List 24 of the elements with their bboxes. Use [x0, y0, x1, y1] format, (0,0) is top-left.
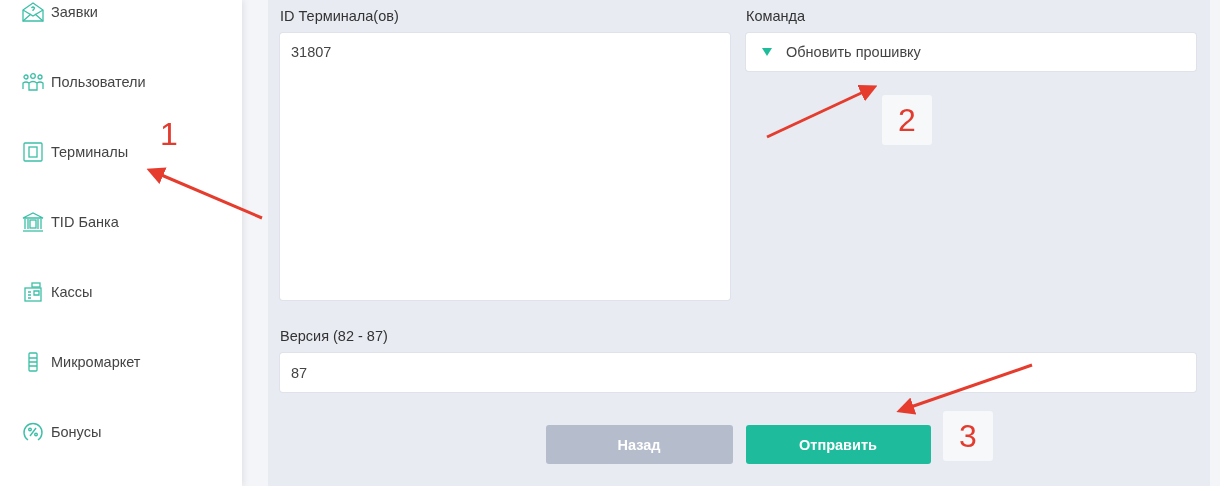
envelope-icon: [22, 2, 44, 22]
version-field[interactable]: 87: [280, 353, 1196, 392]
field-label: Команда: [746, 7, 807, 26]
step-number: 1: [160, 118, 178, 150]
sidebar-item[interactable]: Микромаркет: [22, 347, 141, 377]
sidebar-item[interactable]: Терминалы: [22, 137, 129, 167]
fridge-icon: [27, 352, 39, 372]
people-icon: [22, 73, 44, 91]
step-number: 2: [882, 95, 932, 145]
dropdown-caret-icon: [762, 48, 772, 56]
terminal-icon: [23, 142, 43, 162]
percent-icon: [22, 421, 44, 443]
cash-register-icon: [23, 282, 43, 302]
step-number: 3: [943, 411, 993, 461]
command-dropdown[interactable]: Обновить прошивку: [746, 33, 1196, 71]
bank-icon: [22, 212, 44, 232]
sidebar-item[interactable]: TID Банка: [22, 207, 119, 237]
sidebar-item[interactable]: Кассы: [22, 277, 93, 307]
sidebar-item[interactable]: Пользователи: [22, 67, 146, 97]
sidebar-item[interactable]: Бонусы: [22, 417, 102, 447]
field-label: ID Терминала(ов): [280, 7, 400, 26]
field-label: Версия (82 - 87): [280, 327, 389, 346]
sidebar-item[interactable]: Заявки: [22, 0, 98, 27]
terminal-id-field[interactable]: 31807: [280, 33, 730, 300]
